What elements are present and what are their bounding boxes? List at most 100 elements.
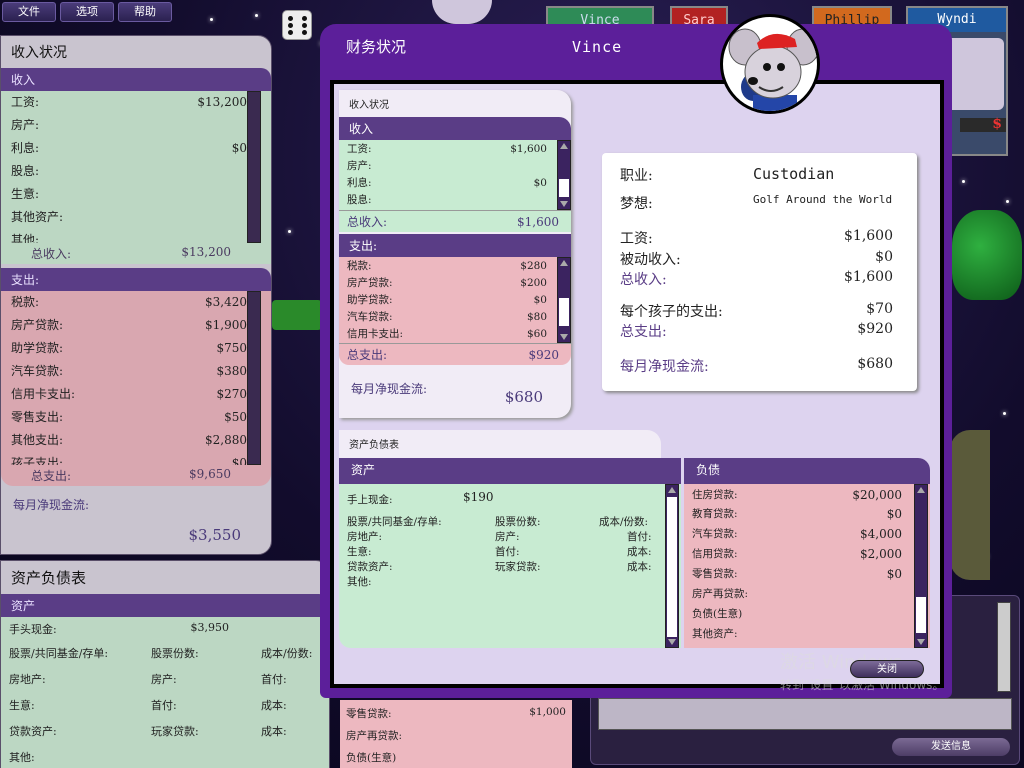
close-button[interactable]: 关闭	[850, 660, 924, 678]
list-item: 房产:	[347, 160, 372, 172]
list-item: 教育贷款: $0	[692, 507, 902, 521]
list-item: 工资: $1,600	[347, 143, 547, 155]
list-item: 其他资产:	[692, 628, 738, 640]
list-item: 利息: $0	[347, 177, 547, 189]
other-assets-label: 其他:	[347, 576, 372, 588]
list-item: 股息:	[11, 164, 40, 178]
list-item: 税款: $3,420	[11, 295, 247, 309]
cashflow-label: 每月净现金流:	[351, 382, 428, 396]
menu-options[interactable]: 选项	[60, 2, 114, 22]
list-item: 生意:	[11, 187, 40, 201]
star-decoration	[288, 230, 291, 233]
activation-watermark-text: 转到"设置"以激活 Windows。	[780, 678, 945, 692]
passive-income-row: 被动收入: $0	[620, 249, 893, 268]
income-header: 收入	[339, 117, 571, 140]
assets-header: 资产	[339, 458, 681, 484]
star-decoration	[1006, 200, 1009, 203]
left-balance-title: 资产负债表	[11, 569, 87, 587]
summary-total-income-row: 总收入: $1,600	[620, 269, 893, 288]
list-item: 信用卡支出: $60	[347, 328, 547, 340]
summary-card: 职业: Custodian 梦想: Golf Around the World 工资…	[602, 153, 917, 391]
tree-decoration	[952, 210, 1022, 300]
menu-bar: 文件 选项 帮助	[0, 0, 245, 24]
list-item: 房产贷款: $1,900	[11, 318, 247, 332]
income-statement-panel: 收入状况 收入 工资: $1,600 房产: 利息: $0 股息: 总收入: $1,6…	[339, 90, 571, 418]
left-income-list: 工资: $13,200 房产: 利息: $0 股息: 生意: 其他资产: 其他:	[1, 91, 271, 243]
left-cashflow-label: 每月净现金流:	[13, 498, 90, 512]
list-item: 股息:	[347, 194, 372, 206]
list-item: 住房贷款: $20,000	[692, 488, 902, 502]
left-assets-list: 手头现金: $3,950 股票/共同基金/存单: 股票份数: 成本/份数: 房地产: 房…	[1, 617, 329, 768]
stock-label: 股票/共同基金/存单:	[347, 516, 442, 528]
star-decoration	[255, 14, 258, 17]
dialog-title: 财务状况	[346, 38, 407, 56]
left-income-panel: 收入状况 收入 工资: $13,200 房产: 利息: $0 股息: 生意: 其他资…	[0, 35, 272, 555]
list-item: 利息: $0	[11, 141, 247, 155]
list-item: 房地产: 房产: 首付:	[9, 673, 287, 686]
scrollbar[interactable]	[247, 291, 261, 465]
list-item: 信用贷款: $2,000	[692, 547, 902, 561]
balance-sheet-title: 资产负债表	[349, 440, 399, 451]
left-panel-title: 收入状况	[11, 45, 67, 61]
expense-header: 支出:	[339, 234, 571, 257]
loan-assets-label: 贷款资产:	[347, 561, 393, 573]
left-expense-list: 税款: $3,420 房产贷款: $1,900 助学贷款: $750 汽车贷款: $38…	[1, 291, 271, 465]
left-total-expense: 总支出: $9,650	[1, 465, 271, 486]
list-item: 房产贷款: $200	[347, 277, 547, 289]
expense-scrollbar[interactable]	[557, 257, 571, 343]
assets-scrollbar[interactable]	[665, 484, 679, 648]
summary-cashflow-row: 每月净现金流: $680	[620, 356, 893, 375]
salary-row: 工资: $1,600	[620, 228, 893, 247]
list-item: 零售支出: $50	[11, 410, 247, 424]
scrollbar[interactable]	[247, 91, 261, 243]
list-item: 其他:	[11, 233, 40, 243]
list-item: 贷款资产: 玩家贷款: 成本:	[9, 725, 287, 738]
property-label: 房产:	[495, 531, 520, 543]
liabilities-scrollbar[interactable]	[914, 484, 928, 648]
summary-total-expense-row: 总支出: $920	[620, 321, 893, 340]
list-item: 工资: $13,200	[11, 95, 247, 109]
per-child-expense-row: 每个孩子的支出: $70	[620, 301, 893, 320]
star-decoration	[962, 180, 965, 183]
expense-list: 税款: $280 房产贷款: $200 助学贷款: $0 汽车贷款: $80 信用卡支出…	[339, 257, 571, 343]
list-item: 零售贷款: $1,000	[346, 706, 566, 720]
chat-input[interactable]	[598, 698, 1012, 730]
down-payment-label: 首付:	[627, 531, 652, 543]
left-balance-panel: 资产负债表 资产 手头现金: $3,950 股票/共同基金/存单: 股票份数: 成本/…	[0, 560, 330, 768]
business-cost-label: 成本:	[627, 546, 652, 558]
star-decoration	[1003, 412, 1006, 415]
income-scrollbar[interactable]	[557, 140, 571, 210]
list-item: 负债(生意)	[692, 608, 743, 620]
cash-value: $190	[463, 490, 494, 504]
left-total-income: 总收入: $13,200	[1, 243, 271, 264]
list-item: 房产再贷款:	[692, 588, 749, 600]
liabilities-list: 住房贷款: $20,000 教育贷款: $0 汽车贷款: $4,000 信用贷款: $2…	[684, 484, 930, 648]
list-item: 汽车贷款: $80	[347, 311, 547, 323]
list-item: 其他支出: $2,880	[11, 433, 247, 447]
left-income-header: 收入	[1, 68, 271, 91]
assets-list: 手上现金: $190 股票/共同基金/存单: 股票份数: 成本/份数: 房地产:…	[339, 484, 681, 648]
cashflow-value: $680	[504, 388, 543, 406]
list-item: 汽车贷款: $4,000	[692, 527, 902, 541]
menu-file[interactable]: 文件	[2, 2, 56, 22]
list-item: 信用卡支出: $270	[11, 387, 247, 401]
list-item: 其他:	[9, 751, 35, 764]
behind-liabilities-list: 零售贷款: $1,000 房产再贷款: 负债(生意)	[340, 700, 572, 768]
left-expense-header: 支出:	[1, 268, 271, 291]
chat-scrollbar[interactable]	[997, 602, 1011, 692]
list-item: 税款: $280	[347, 260, 547, 272]
income-list: 工资: $1,600 房产: 利息: $0 股息:	[339, 140, 571, 210]
balance-sheet-tab: 资产负债表	[339, 430, 661, 460]
job-row: 职业: Custodian	[620, 165, 835, 184]
list-item: 房产:	[11, 118, 40, 132]
realestate-label: 房地产:	[347, 531, 383, 543]
send-message-button[interactable]: 发送信息	[892, 738, 1010, 756]
list-item: 股票/共同基金/存单: 股票份数: 成本/份数:	[9, 647, 313, 660]
list-item: 零售贷款: $0	[692, 567, 902, 581]
mouse-character-head	[432, 0, 492, 24]
list-item: 手头现金: $3,950	[9, 621, 229, 636]
dice-icon[interactable]	[282, 10, 312, 40]
board-wheel	[950, 430, 990, 580]
menu-help[interactable]: 帮助	[118, 2, 172, 22]
list-item: 其他资产:	[11, 210, 64, 224]
